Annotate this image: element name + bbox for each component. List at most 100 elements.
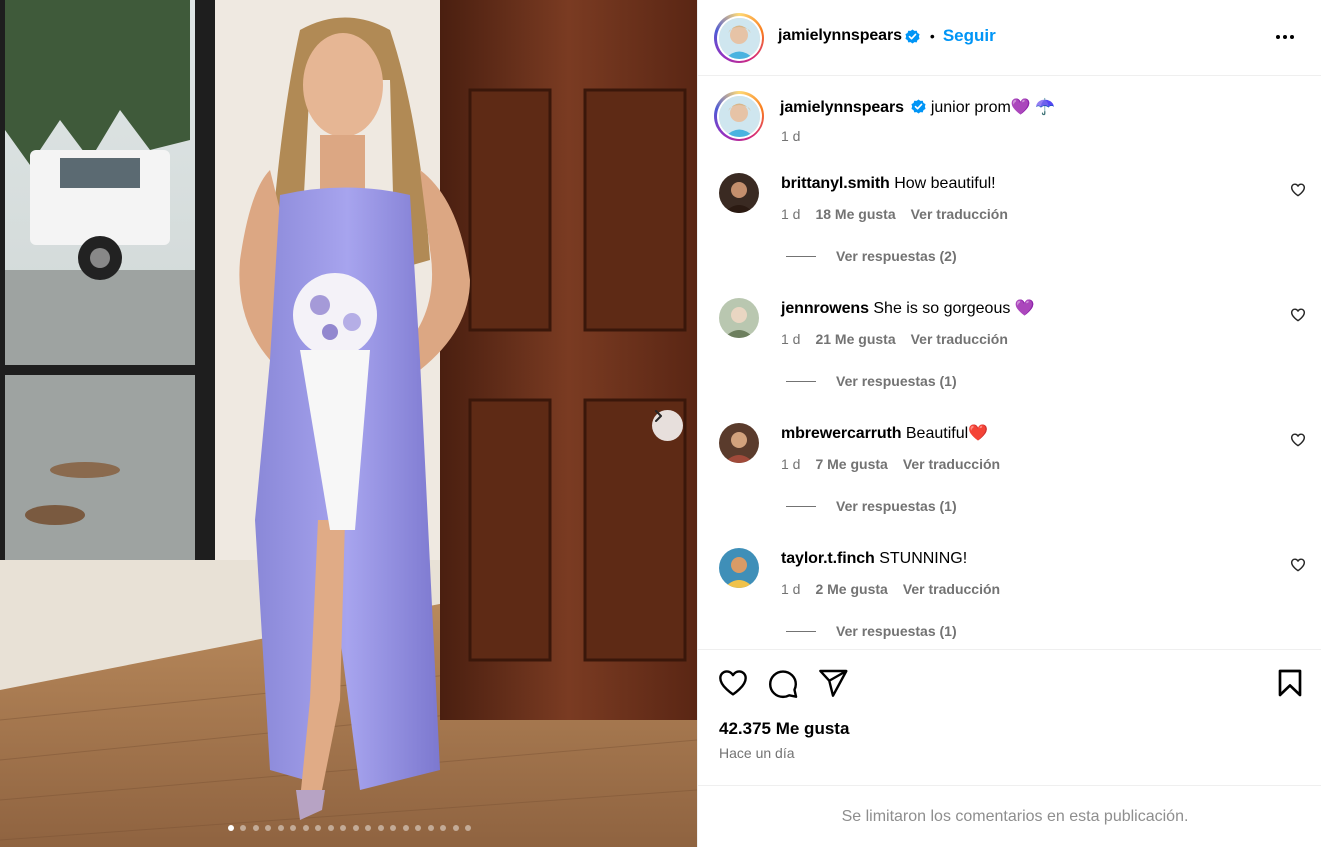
commenter-avatar[interactable]	[719, 173, 759, 213]
carousel-dot	[240, 825, 247, 831]
comments-limited-notice: Se limitaron los comentarios en esta pub…	[698, 785, 1321, 847]
caption-timestamp: 1 d	[781, 128, 801, 144]
caption-body: junior prom	[930, 99, 1011, 116]
carousel-dots	[0, 825, 697, 831]
carousel-dot	[390, 825, 397, 831]
view-replies-label: Ver respuestas (2)	[836, 248, 957, 264]
commenter-username[interactable]: jennrowens	[781, 300, 869, 317]
carousel-dot	[427, 825, 434, 831]
likes-count[interactable]: 42.375 Me gusta	[719, 719, 849, 739]
comment-text: brittanyl.smith How beautiful!	[781, 173, 996, 195]
carousel-dot	[465, 825, 472, 831]
replies-divider	[786, 505, 816, 507]
comment-body: Beautiful❤️	[905, 425, 989, 442]
avatar-image	[718, 95, 760, 137]
carousel-dot	[290, 825, 297, 831]
caption-emoji: 💜 ☂️	[1010, 99, 1056, 116]
more-options-icon[interactable]	[1272, 24, 1298, 50]
comment-timestamp: 1 d	[781, 206, 801, 222]
caption-username[interactable]: jamielynnspears	[780, 99, 904, 116]
carousel-dot	[252, 825, 259, 831]
avatar-image	[719, 423, 759, 463]
view-replies-button[interactable]: Ver respuestas (1)	[786, 623, 957, 639]
carousel-dot	[302, 825, 309, 831]
comment-item: jennrowens She is so gorgeous 💜 1 d 21 M…	[698, 298, 1321, 423]
view-replies-button[interactable]: Ver respuestas (2)	[786, 248, 957, 264]
comment-meta: 1 d 18 Me gusta Ver traducción	[781, 206, 1008, 222]
comment-like-heart-icon[interactable]	[1290, 432, 1306, 448]
view-replies-label: Ver respuestas (1)	[836, 623, 957, 639]
comment-body: How beautiful!	[894, 175, 996, 192]
view-replies-button[interactable]: Ver respuestas (1)	[786, 373, 957, 389]
commenter-username[interactable]: taylor.t.finch	[781, 550, 875, 567]
comment-body: STUNNING!	[879, 550, 968, 567]
author-username[interactable]: jamielynnspears	[778, 27, 902, 45]
comment-item: taylor.t.finch STUNNING! 1 d 2 Me gusta …	[698, 548, 1321, 649]
comment-icon[interactable]	[767, 667, 799, 699]
comment-text: mbrewercarruth Beautiful❤️	[781, 423, 988, 445]
carousel-dot	[265, 825, 272, 831]
caption-avatar[interactable]	[714, 91, 764, 141]
translate-link[interactable]: Ver traducción	[903, 456, 1000, 472]
commenter-avatar[interactable]	[719, 298, 759, 338]
carousel-dot	[352, 825, 359, 831]
view-replies-label: Ver respuestas (1)	[836, 373, 957, 389]
comment-like-heart-icon[interactable]	[1290, 182, 1306, 198]
avatar-image	[719, 298, 759, 338]
like-heart-icon[interactable]	[717, 667, 749, 699]
comment-like-heart-icon[interactable]	[1290, 557, 1306, 573]
post-photo[interactable]	[0, 0, 697, 847]
save-bookmark-icon[interactable]	[1274, 667, 1306, 699]
translate-link[interactable]: Ver traducción	[911, 331, 1008, 347]
replies-divider	[786, 255, 816, 257]
comment-likes[interactable]: 21 Me gusta	[815, 331, 895, 347]
carousel-dot	[365, 825, 372, 831]
comment-timestamp: 1 d	[781, 331, 801, 347]
post-header: jamielynnspears • Seguir	[698, 0, 1321, 76]
comment-text: taylor.t.finch STUNNING!	[781, 548, 967, 570]
comment-meta: 1 d 21 Me gusta Ver traducción	[781, 331, 1008, 347]
replies-divider	[786, 380, 816, 382]
view-replies-label: Ver respuestas (1)	[836, 498, 957, 514]
verified-badge-icon	[905, 28, 920, 44]
share-send-icon[interactable]	[817, 667, 849, 699]
follow-button[interactable]: Seguir	[943, 26, 996, 46]
carousel-dot	[340, 825, 347, 831]
comment-body: She is so gorgeous 💜	[873, 300, 1035, 317]
carousel-dot	[227, 825, 234, 831]
translate-link[interactable]: Ver traducción	[903, 581, 1000, 597]
carousel-dot	[315, 825, 322, 831]
translate-link[interactable]: Ver traducción	[911, 206, 1008, 222]
photo-illustration	[0, 0, 697, 847]
comment-likes[interactable]: 7 Me gusta	[815, 456, 887, 472]
commenter-username[interactable]: mbrewercarruth	[781, 425, 902, 442]
comment-meta: 1 d 2 Me gusta Ver traducción	[781, 581, 1000, 597]
comment-like-heart-icon[interactable]	[1290, 307, 1306, 323]
author-avatar[interactable]	[714, 13, 764, 63]
avatar-image	[719, 548, 759, 588]
comment-likes[interactable]: 2 Me gusta	[815, 581, 887, 597]
view-replies-button[interactable]: Ver respuestas (1)	[786, 498, 957, 514]
post-actions: 42.375 Me gusta Hace un día	[698, 649, 1321, 785]
carousel-dot	[277, 825, 284, 831]
comment-text: jennrowens She is so gorgeous 💜	[781, 298, 1035, 320]
commenter-username[interactable]: brittanyl.smith	[781, 175, 890, 192]
comment-likes[interactable]: 18 Me gusta	[815, 206, 895, 222]
next-photo-button[interactable]	[652, 410, 683, 441]
verified-badge-icon	[911, 99, 926, 114]
caption-text: jamielynnspears junior prom💜 ☂️	[780, 97, 1055, 117]
comment-meta: 1 d 7 Me gusta Ver traducción	[781, 456, 1000, 472]
chevron-right-icon	[655, 410, 662, 422]
carousel-dot	[415, 825, 422, 831]
carousel-dot	[377, 825, 384, 831]
comment-item: mbrewercarruth Beautiful❤️ 1 d 7 Me gust…	[698, 423, 1321, 548]
comment-item: brittanyl.smith How beautiful! 1 d 18 Me…	[698, 173, 1321, 298]
commenter-avatar[interactable]	[719, 548, 759, 588]
header-user: jamielynnspears • Seguir	[778, 26, 996, 46]
carousel-dot	[440, 825, 447, 831]
replies-divider	[786, 630, 816, 632]
separator-dot: •	[929, 28, 935, 44]
comments-list[interactable]: jamielynnspears junior prom💜 ☂️ 1 d brit…	[698, 77, 1321, 649]
commenter-avatar[interactable]	[719, 423, 759, 463]
avatar-image	[719, 173, 759, 213]
